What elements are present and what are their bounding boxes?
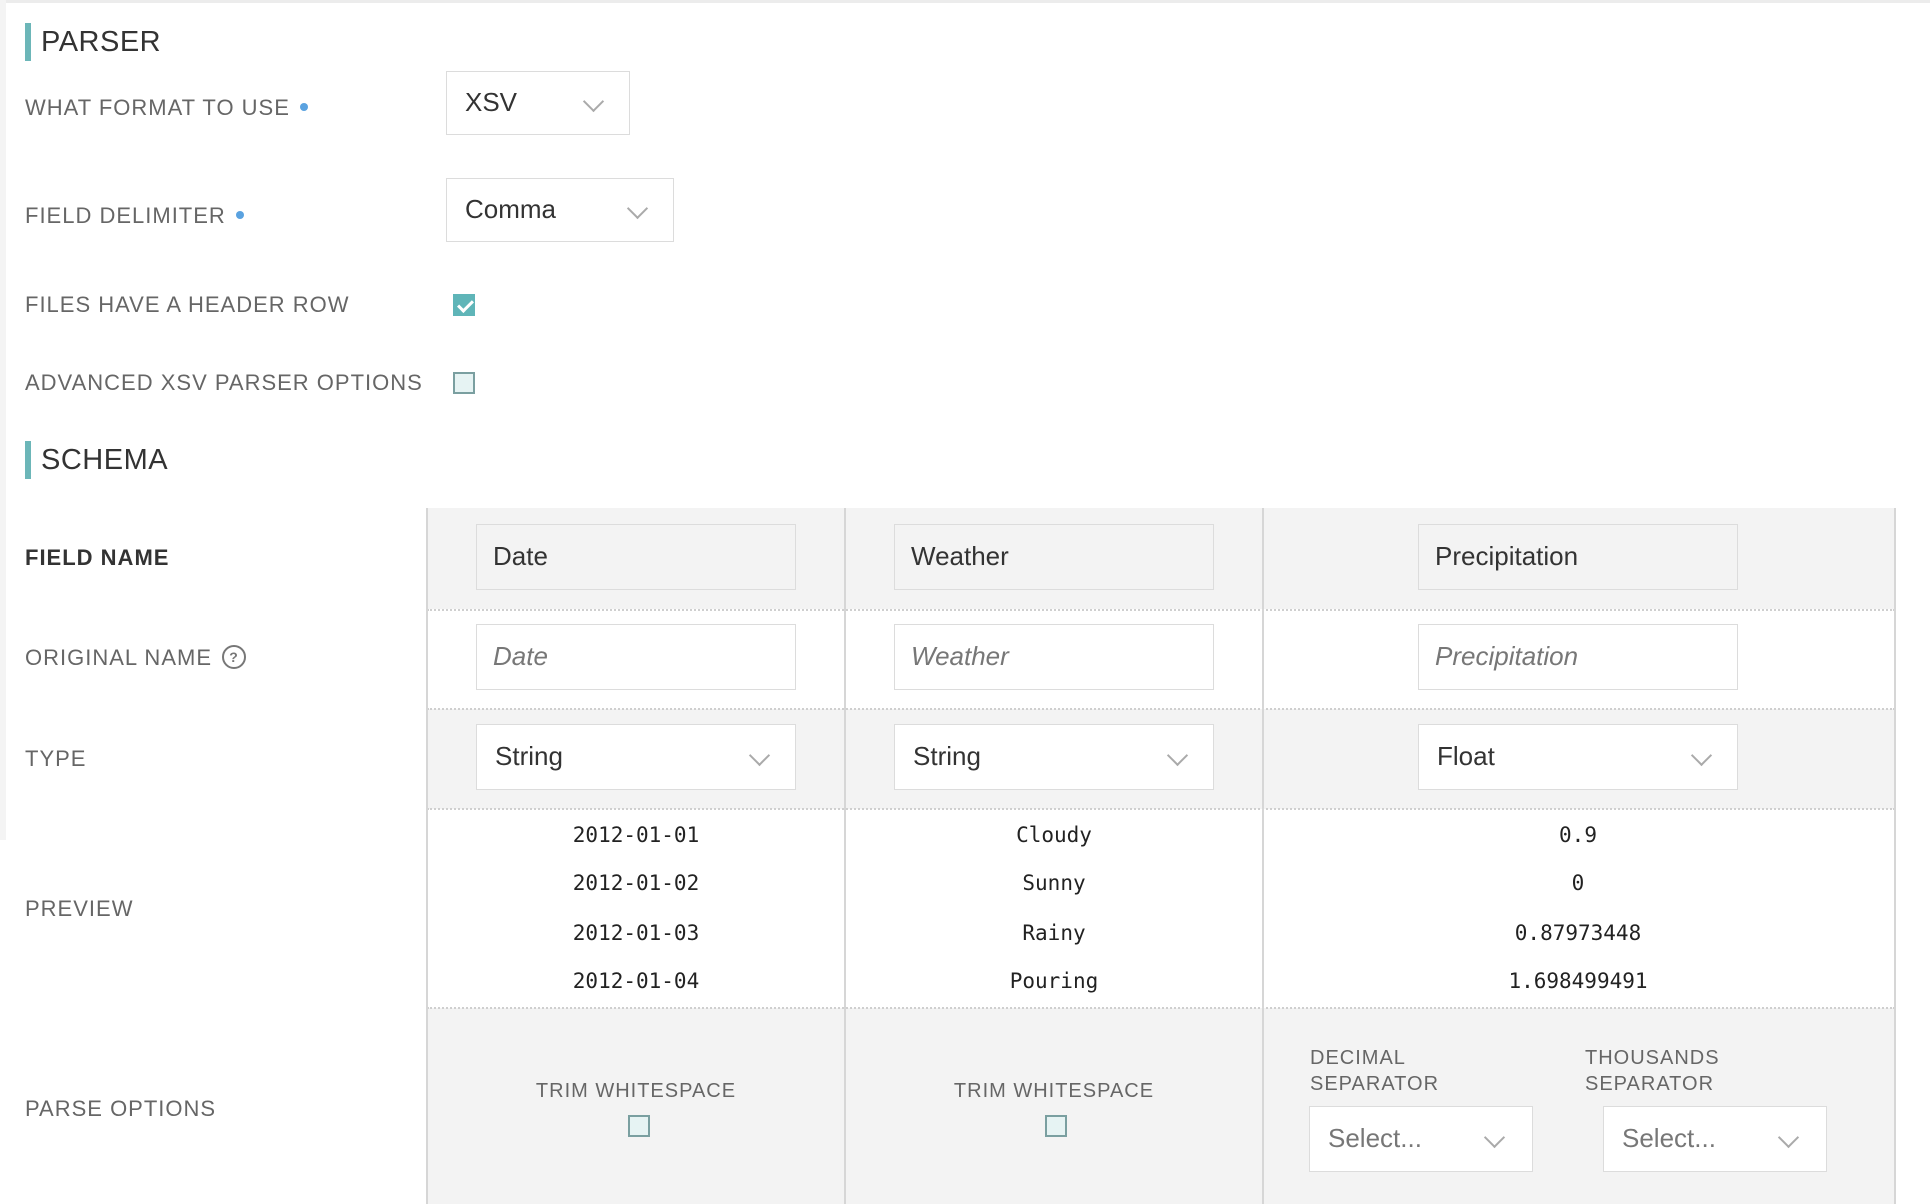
format-select[interactable]: XSV (446, 71, 630, 135)
trim-whitespace-label: TRIM WHITESPACE (535, 1080, 737, 1102)
field-name-input-precipitation[interactable]: Precipitation (1418, 524, 1738, 590)
row-divider (427, 609, 1895, 611)
required-dot-icon (235, 211, 244, 220)
original-name-input-date[interactable]: Date (476, 624, 796, 690)
preview-cell: 2012-01-02 (572, 871, 700, 895)
type-select-date[interactable]: String (476, 724, 796, 790)
thousands-separator-select[interactable]: Select... (1603, 1106, 1827, 1172)
advanced-options-label: ADVANCED XSV PARSER OPTIONS (25, 370, 423, 395)
original-name-row-label: ORIGINAL NAME? (25, 645, 246, 671)
decimal-separator-value: Select... (1328, 1123, 1422, 1153)
thousands-separator-label: THOUSANDS SEPARATOR (1585, 1047, 1720, 1095)
row-divider (427, 808, 1895, 810)
type-select-weather[interactable]: String (894, 724, 1214, 790)
type-select-value: String (913, 741, 981, 771)
preview-cell: Pouring (1009, 969, 1099, 993)
preview-cell: 1.698499491 (1508, 969, 1648, 993)
parse-options-row-label: PARSE OPTIONS (25, 1096, 217, 1121)
type-select-value: String (495, 741, 563, 771)
left-edge (0, 0, 6, 840)
preview-cell: 2012-01-03 (572, 921, 700, 945)
row-divider (427, 1007, 1895, 1009)
preview-row-label: PREVIEW (25, 896, 134, 921)
chevron-down-icon (1777, 1126, 1800, 1149)
header-row-label: FILES HAVE A HEADER ROW (25, 292, 350, 317)
chevron-down-icon (626, 197, 649, 220)
chevron-down-icon (582, 90, 605, 113)
delimiter-select-value: Comma (465, 194, 557, 224)
preview-cell: Rainy (1022, 921, 1086, 945)
preview-cell: 2012-01-04 (572, 969, 700, 993)
field-name-input-weather[interactable]: Weather (894, 524, 1214, 590)
preview-cell: 0.9 (1559, 823, 1597, 847)
row-divider (427, 708, 1895, 710)
preview-cell: Cloudy (1016, 823, 1092, 847)
original-name-input-weather[interactable]: Weather (894, 624, 1214, 690)
type-select-precipitation[interactable]: Float (1418, 724, 1738, 790)
delimiter-select[interactable]: Comma (446, 178, 674, 242)
header-row-checkbox[interactable] (453, 294, 475, 316)
column-divider (426, 508, 428, 1204)
help-icon[interactable]: ? (222, 645, 246, 670)
original-name-input-precipitation[interactable]: Precipitation (1418, 624, 1738, 690)
preview-cell: Sunny (1022, 871, 1086, 895)
advanced-options-checkbox[interactable] (453, 372, 475, 394)
preview-cell: 0.87973448 (1514, 921, 1642, 945)
chevron-down-icon (1483, 1126, 1506, 1149)
preview-cell: 0 (1571, 871, 1585, 895)
trim-whitespace-checkbox-date[interactable] (628, 1115, 650, 1137)
column-divider (1262, 508, 1264, 1204)
type-row-label: TYPE (25, 746, 87, 771)
decimal-separator-label: DECIMAL SEPARATOR (1310, 1047, 1440, 1095)
required-dot-icon (299, 103, 308, 112)
preview-cell: 2012-01-01 (572, 823, 700, 847)
column-divider (1894, 508, 1896, 1204)
format-select-value: XSV (465, 87, 518, 117)
type-select-value: Float (1437, 741, 1495, 771)
field-name-row-label: FIELD NAME (25, 545, 170, 570)
parser-section-title: PARSER (25, 23, 161, 61)
decimal-separator-select[interactable]: Select... (1309, 1106, 1533, 1172)
delimiter-label: FIELD DELIMITER (25, 203, 244, 229)
thousands-separator-value: Select... (1622, 1123, 1716, 1153)
column-divider (844, 508, 846, 1204)
chevron-down-icon (1690, 744, 1713, 767)
trim-whitespace-label: TRIM WHITESPACE (953, 1080, 1155, 1102)
format-label: WHAT FORMAT TO USE (25, 95, 308, 121)
schema-section-title: SCHEMA (25, 441, 168, 479)
field-name-input-date[interactable]: Date (476, 524, 796, 590)
trim-whitespace-checkbox-weather[interactable] (1045, 1115, 1067, 1137)
chevron-down-icon (748, 744, 771, 767)
top-divider (0, 0, 1930, 3)
chevron-down-icon (1166, 744, 1189, 767)
